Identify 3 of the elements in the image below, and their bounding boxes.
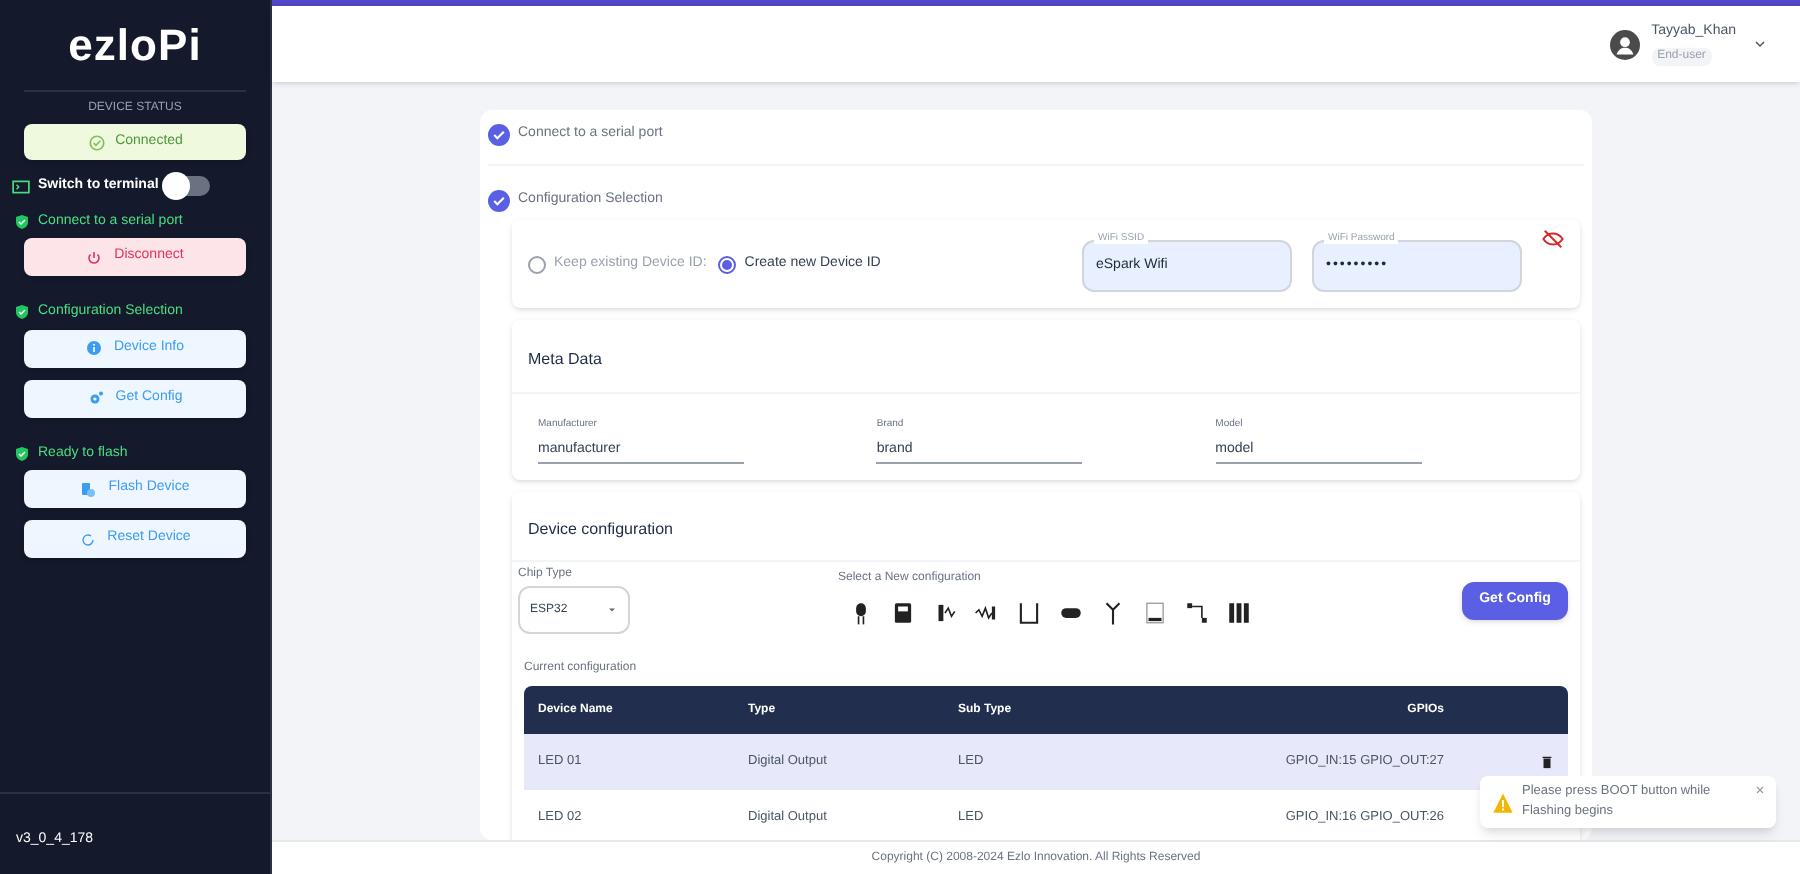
- app-logo: ezloPi: [24, 0, 246, 92]
- card-title: Device configuration: [528, 520, 673, 538]
- card-title: Meta Data: [528, 350, 602, 368]
